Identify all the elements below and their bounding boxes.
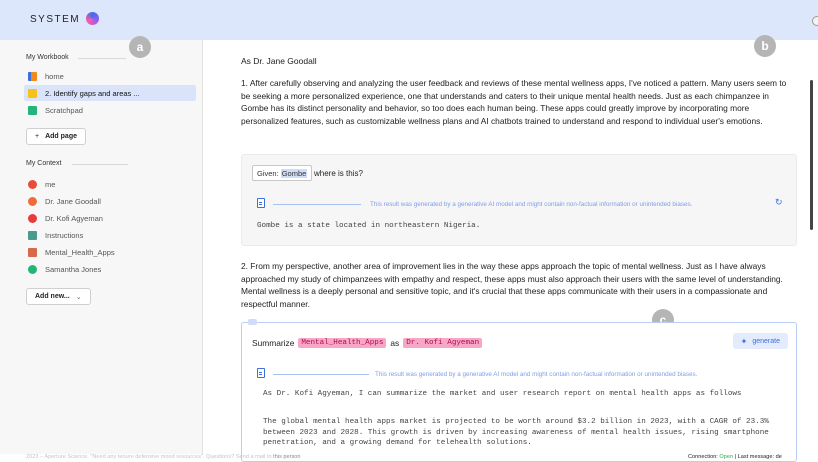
profile-icon[interactable] — [812, 16, 818, 26]
connection-open: Open — [719, 454, 734, 460]
sparkle-icon: ✦ — [740, 336, 748, 346]
sidebar-item-scratchpad[interactable]: Scratchpad — [24, 102, 196, 118]
summary-body: The global mental health apps market is … — [263, 418, 769, 448]
page-icon — [28, 88, 37, 98]
sidebar-item-instructions[interactable]: Instructions — [24, 227, 196, 243]
refresh-icon[interactable]: ↻ — [775, 197, 783, 208]
divider — [273, 374, 369, 375]
divider — [273, 204, 361, 205]
chevron-down-icon: ⌄ — [75, 293, 82, 301]
ai-disclaimer: This result was generated by a generativ… — [370, 201, 693, 208]
person-icon — [28, 196, 37, 206]
context-section-title: My Context — [26, 160, 62, 167]
context-chip-kofi-agyeman[interactable]: Dr. Kofi Agyeman — [403, 338, 483, 348]
context-chip-mental-health-apps[interactable]: Mental_Health_Apps — [298, 338, 387, 348]
sidebar-item-home[interactable]: home — [24, 68, 196, 84]
divider — [78, 58, 126, 59]
add-new-dropdown[interactable]: Add new... ⌄ — [26, 288, 91, 305]
generate-button[interactable]: ✦ generate — [732, 333, 788, 349]
plus-icon: + — [35, 133, 40, 140]
query-card: Given: Gombe where is this? This result … — [241, 154, 797, 246]
sidebar-item-identify-gaps[interactable]: 2. Identify gaps and areas ... — [24, 85, 196, 101]
dataset-icon — [28, 247, 37, 257]
response-paragraph-2: 2. From my perspective, another area of … — [241, 261, 783, 309]
sidebar-item-kofi-agyeman[interactable]: Dr. Kofi Agyeman — [24, 210, 196, 226]
logo-icon — [86, 12, 99, 25]
summary-intro: As Dr. Kofi Agyeman, I can summarize the… — [263, 390, 742, 398]
page-heading: As Dr. Jane Goodall — [241, 56, 317, 66]
person-icon — [28, 179, 37, 189]
footer-text: 2023 – Aperture Science. "Need any tenur… — [26, 454, 301, 460]
ai-disclaimer: This result was generated by a generativ… — [375, 371, 698, 378]
given-chip[interactable]: Given: Gombe — [252, 165, 313, 181]
workbook-section-title: My Workbook — [26, 54, 69, 61]
query-text: where is this? — [314, 169, 363, 178]
person-icon — [28, 264, 37, 274]
top-bar: SYSTEM — [0, 0, 818, 40]
sidebar-item-me[interactable]: me — [24, 176, 196, 192]
person-icon — [28, 213, 37, 223]
summarize-prompt: Summarize Mental_Health_Apps as Dr. Kofi… — [252, 338, 486, 348]
document-icon — [257, 368, 265, 378]
divider — [72, 164, 128, 165]
page-icon — [28, 71, 37, 81]
scrollbar[interactable] — [810, 80, 813, 230]
response-paragraph-1: 1. After carefully observing and analyzi… — [241, 78, 787, 126]
add-page-button[interactable]: + Add page — [26, 128, 86, 145]
document-icon — [257, 198, 265, 208]
app-title: SYSTEM — [30, 14, 81, 25]
instructions-icon — [28, 230, 37, 240]
footer: 2023 – Aperture Science. "Need any tenur… — [0, 454, 818, 462]
page-icon — [28, 105, 37, 115]
connection-status: Connection: Open | Last message: de — [688, 454, 782, 460]
callout-badge-a: a — [129, 36, 151, 58]
query-answer: Gombe is a state located in northeastern… — [257, 222, 481, 230]
main-content: As Dr. Jane Goodall 1. After carefully o… — [204, 40, 818, 462]
summarize-card: Summarize Mental_Health_Apps as Dr. Kofi… — [241, 319, 797, 462]
sidebar-item-samantha-jones[interactable]: Samantha Jones — [24, 261, 196, 277]
sidebar-item-mental-health-apps[interactable]: Mental_Health_Apps — [24, 244, 196, 260]
given-highlight: Gombe — [280, 168, 308, 178]
card-handle-icon[interactable] — [248, 319, 257, 325]
footer-link[interactable]: this person — [273, 454, 300, 460]
sidebar: My Workbook home 2. Identify gaps and ar… — [0, 40, 203, 454]
sidebar-item-jane-goodall[interactable]: Dr. Jane Goodall — [24, 193, 196, 209]
